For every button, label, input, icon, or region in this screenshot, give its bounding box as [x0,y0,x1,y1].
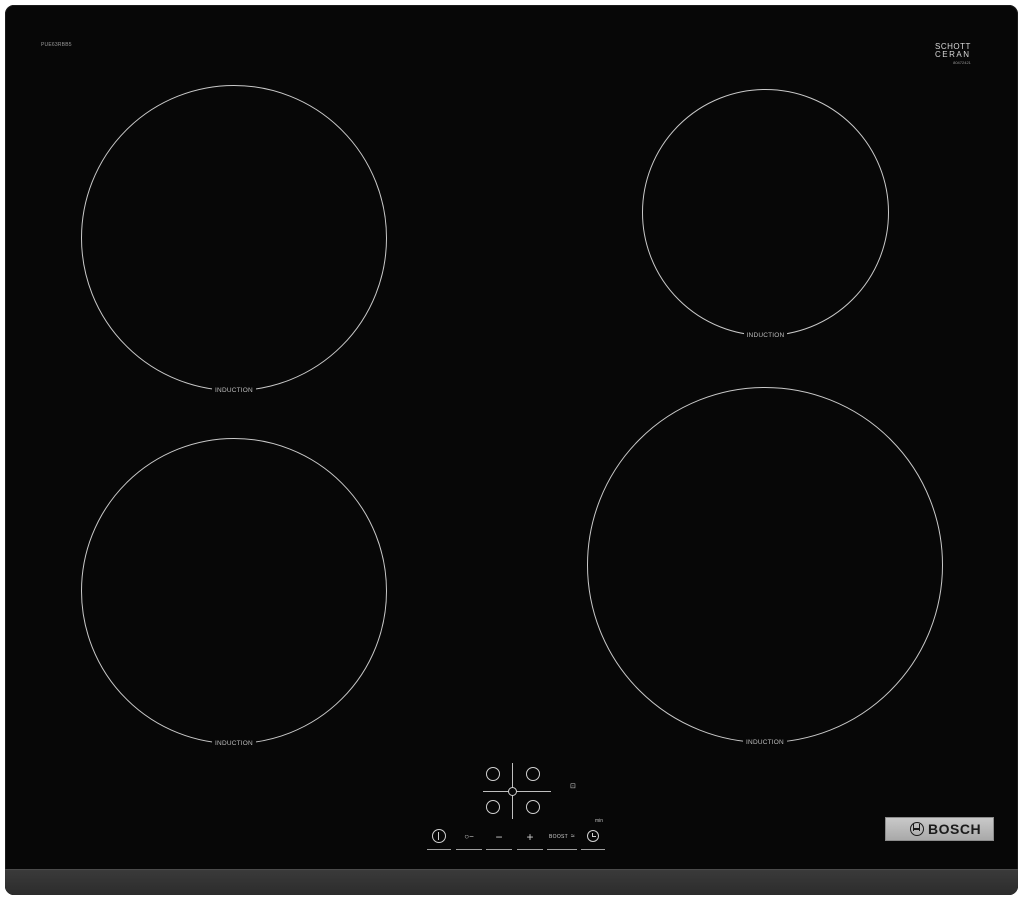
power-icon [432,829,446,844]
select-front-right-zone-button[interactable] [526,800,540,814]
cooking-zone-front-right[interactable]: INDUCTION [587,387,943,747]
cooking-zone-back-right[interactable]: INDUCTION [642,89,889,340]
hob-frame-edge [5,869,1018,895]
control-underline [581,849,605,850]
timer-button[interactable] [581,827,605,850]
minus-icon: − [495,830,503,844]
control-underline [517,849,543,850]
timer-icon [587,830,599,843]
child-lock-button[interactable]: ○− [456,827,482,850]
ceran-text: CERAN [935,50,971,59]
bosch-logo-icon [910,822,924,836]
model-number: PUE63RBB5 [41,42,72,48]
plus-button[interactable]: + [517,827,543,850]
plus-icon: + [526,830,534,844]
child-lock-indicator-icon: ⊡ [570,783,576,790]
control-underline [547,849,577,850]
minus-button[interactable]: − [486,827,512,850]
control-underline [486,849,512,850]
zone-timer-icon [508,787,517,796]
control-underline [456,849,482,850]
zone-label: INDUCTION [743,738,787,747]
cooking-zone-back-left[interactable]: INDUCTION [81,85,387,395]
select-front-left-zone-button[interactable] [486,800,500,814]
select-back-left-zone-button[interactable] [486,767,500,781]
zone-label: INDUCTION [212,386,256,395]
min-label: min [595,818,604,824]
selector-divider-horizontal [483,791,551,792]
zone-label: INDUCTION [212,739,256,748]
control-underline [427,849,451,850]
boost-label: BOOST [549,834,569,840]
schott-ceran-logo: SCHOTT CERAN 80472421 [935,43,971,66]
boost-icon: ≈ [570,833,575,840]
zone-label: INDUCTION [743,331,788,340]
zone-selector-panel [483,763,551,827]
cooking-zone-front-left[interactable]: INDUCTION [81,438,387,748]
bosch-brand-plate: BOSCH [885,817,994,841]
control-bar: ○− − + BOOST ≈ [423,827,612,853]
ceran-code: 80472421 [953,60,971,65]
select-back-right-zone-button[interactable] [526,767,540,781]
induction-hob: PUE63RBB5 SCHOTT CERAN 80472421 INDUCTIO… [5,5,1018,895]
boost-button[interactable]: BOOST ≈ [547,827,577,850]
product-image: PUE63RBB5 SCHOTT CERAN 80472421 INDUCTIO… [0,0,1024,901]
power-button[interactable] [427,827,451,850]
brand-name: BOSCH [928,821,982,837]
key-icon: ○− [464,832,474,841]
